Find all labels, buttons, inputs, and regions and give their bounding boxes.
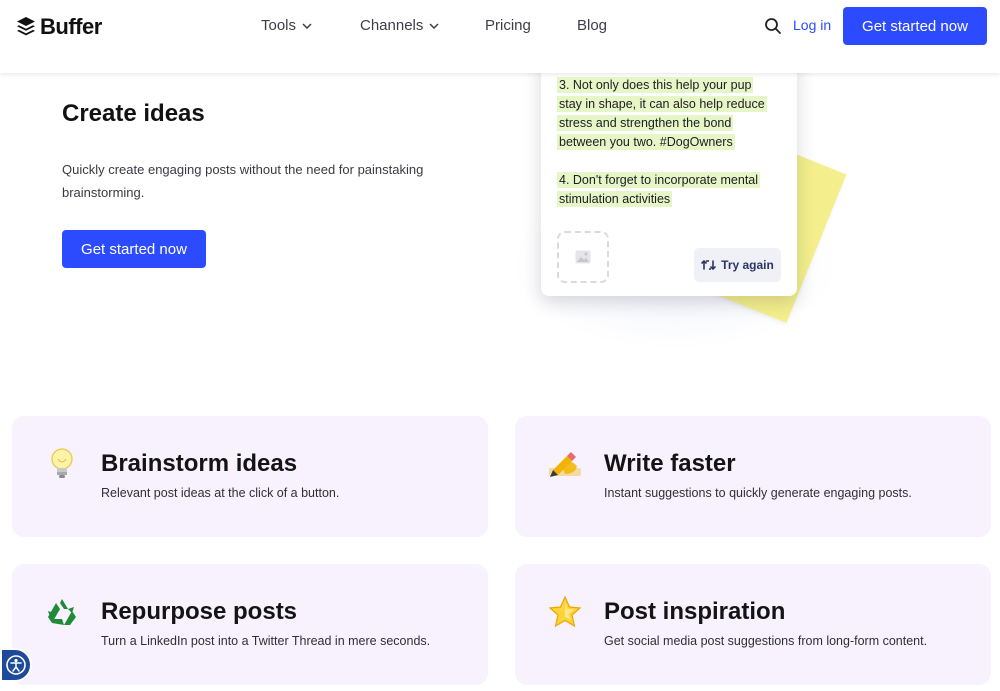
login-link[interactable]: Log in xyxy=(793,17,831,33)
image-icon xyxy=(575,250,591,264)
ai-preview-card: 3. Not only does this help your pup stay… xyxy=(541,56,797,296)
feature-title: Write faster xyxy=(604,450,736,477)
nav-tools-label: Tools xyxy=(261,17,297,34)
feature-card-repurpose: Repurpose posts Turn a LinkedIn post int… xyxy=(12,564,488,685)
header-get-started-button[interactable]: Get started now xyxy=(843,7,987,45)
nav-pricing[interactable]: Pricing xyxy=(485,17,531,34)
nav-pricing-label: Pricing xyxy=(485,17,531,34)
nav-blog[interactable]: Blog xyxy=(577,17,607,34)
feature-description: Get social media post suggestions from l… xyxy=(604,634,928,648)
feature-card-write-faster: Write faster Instant suggestions to quic… xyxy=(515,416,991,537)
try-again-label: Try again xyxy=(721,258,774,272)
hero-get-started-button[interactable]: Get started now xyxy=(62,230,206,268)
chevron-down-icon xyxy=(302,22,312,29)
site-header: Buffer Tools Channels Pricing Blog Log i… xyxy=(0,0,1000,73)
preview-paragraph-3: 3. Not only does this help your pup stay… xyxy=(557,77,767,150)
buffer-logo-icon xyxy=(17,17,35,36)
feature-description: Instant suggestions to quickly generate … xyxy=(604,486,912,500)
image-placeholder[interactable] xyxy=(557,231,609,283)
writing-hand-icon xyxy=(547,446,583,482)
lightbulb-icon xyxy=(44,446,80,482)
feature-title: Post inspiration xyxy=(604,598,786,625)
accessibility-icon xyxy=(6,655,26,675)
try-again-button[interactable]: Try again xyxy=(694,248,781,282)
feature-card-brainstorm: Brainstorm ideas Relevant post ideas at … xyxy=(12,416,488,537)
feature-title: Repurpose posts xyxy=(101,598,298,625)
preview-paragraph-4: 4. Don't forget to incorporate mental st… xyxy=(557,172,761,207)
nav-blog-label: Blog xyxy=(577,17,608,34)
hero-title: Create ideas xyxy=(62,100,205,127)
feature-description: Relevant post ideas at the click of a bu… xyxy=(101,486,340,500)
feature-description: Turn a LinkedIn post into a Twitter Thre… xyxy=(101,634,431,648)
nav-channels[interactable]: Channels xyxy=(360,17,439,34)
nav-channels-label: Channels xyxy=(360,17,424,34)
nav-tools[interactable]: Tools xyxy=(261,17,312,34)
feature-card-inspiration: Post inspiration Get social media post s… xyxy=(515,564,991,685)
logo-text: Buffer xyxy=(40,14,102,39)
search-icon[interactable] xyxy=(764,17,782,35)
retry-icon xyxy=(701,259,716,271)
recycle-icon xyxy=(44,594,80,630)
buffer-logo[interactable]: Buffer xyxy=(16,14,102,40)
chevron-down-icon xyxy=(429,22,439,29)
feature-title: Brainstorm ideas xyxy=(101,450,298,477)
hero-description: Quickly create engaging posts without th… xyxy=(62,162,424,200)
star-icon xyxy=(547,594,583,630)
